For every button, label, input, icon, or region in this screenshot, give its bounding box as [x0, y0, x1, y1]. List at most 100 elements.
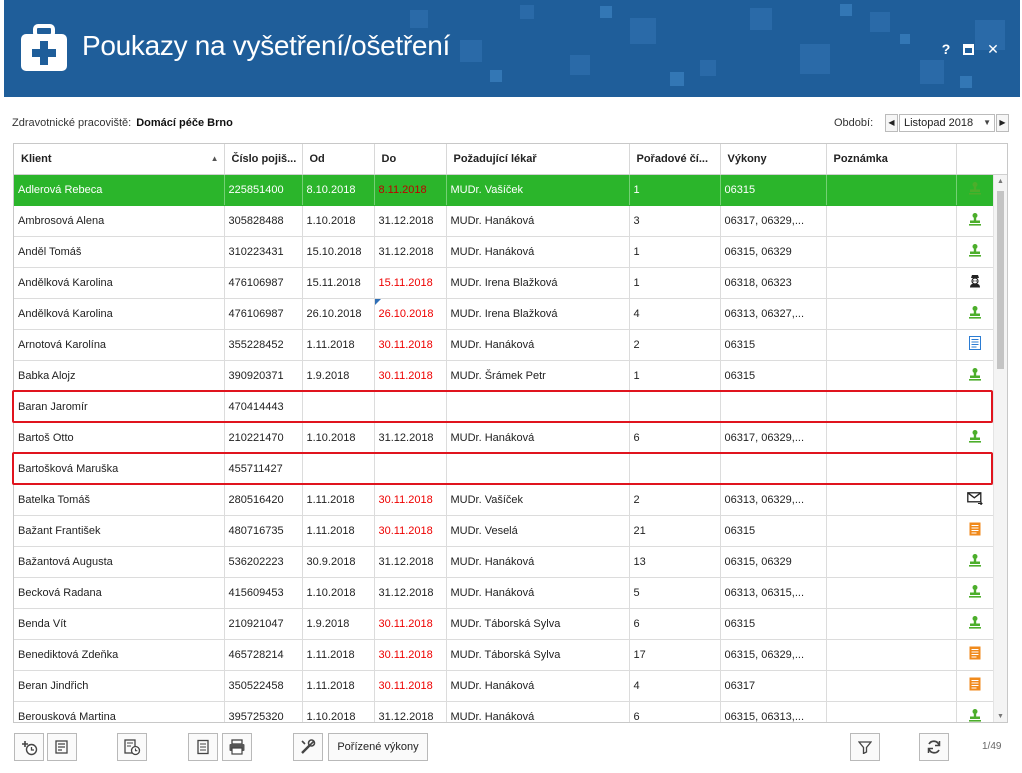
- column-header-services[interactable]: Výkony: [720, 144, 827, 175]
- cell-services: 06315, 06329,...: [720, 639, 827, 671]
- cell-insurance-number: 280516420: [224, 484, 303, 516]
- table-row[interactable]: Beran Jindřich 350522458 1.11.2018 30.11.20…: [14, 670, 994, 702]
- maximize-button[interactable]: [959, 40, 977, 58]
- cell-services: 06317, 06329,...: [720, 422, 827, 454]
- cell-note: [826, 577, 957, 609]
- cell-services: 06315, 06329: [720, 546, 827, 578]
- stamp-icon[interactable]: [968, 616, 982, 632]
- column-header-date-to[interactable]: Do: [374, 144, 447, 175]
- blue-document-icon[interactable]: [968, 336, 981, 353]
- stamp-icon[interactable]: [968, 709, 982, 722]
- print-button[interactable]: [222, 733, 252, 761]
- table-row[interactable]: Bartoš Otto 210221470 1.10.2018 31.12.2018 M…: [14, 422, 994, 454]
- cell-note: [826, 422, 957, 454]
- orange-document-icon[interactable]: [969, 677, 981, 694]
- column-header-label: Číslo pojiš...: [231, 152, 297, 165]
- edit-referral-button[interactable]: [47, 733, 77, 761]
- table-row[interactable]: Becková Radana 415609453 1.10.2018 31.12.20…: [14, 577, 994, 609]
- cell-date-from: 26.10.2018: [302, 298, 375, 330]
- refresh-button[interactable]: [919, 733, 949, 761]
- services-button[interactable]: Pořízené výkony: [328, 733, 428, 761]
- column-header-client[interactable]: Klient ▲: [14, 144, 225, 175]
- table-row[interactable]: Anděl Tomáš 310223431 15.10.2018 31.12.2018…: [14, 236, 994, 268]
- report-button[interactable]: [188, 733, 218, 761]
- period-select[interactable]: Listopad 2018 ▼: [899, 114, 995, 132]
- help-button[interactable]: ?: [937, 40, 955, 58]
- column-header-note[interactable]: Poznámka: [826, 144, 957, 175]
- table-row[interactable]: Andělková Karolina 476106987 15.11.2018 15.…: [14, 267, 994, 299]
- period-prev-button[interactable]: ◀: [885, 114, 898, 132]
- vertical-scrollbar[interactable]: ▲ ▼: [993, 175, 1007, 722]
- cell-client: Beran Jindřich: [14, 670, 225, 702]
- cell-services: 06315, 06329: [720, 236, 827, 268]
- cell-note: [826, 608, 957, 640]
- cell-order-number: 1: [629, 360, 721, 392]
- table-row[interactable]: Andělková Karolina 476106987 26.10.2018 26.…: [14, 298, 994, 330]
- table-row[interactable]: Benda Vít 210921047 1.9.2018 30.11.2018 MUDr…: [14, 608, 994, 640]
- scroll-thumb[interactable]: [997, 191, 1004, 369]
- cell-date-to: 8.11.2018: [374, 174, 447, 206]
- cell-insurance-number: 480716735: [224, 515, 303, 547]
- stamp-icon[interactable]: [968, 430, 982, 446]
- column-header-status-icon[interactable]: [956, 144, 994, 175]
- table-row[interactable]: Berousková Martina 395725320 1.10.2018 31.1…: [14, 701, 994, 722]
- cell-order-number: 21: [629, 515, 721, 547]
- period-next-button[interactable]: ▶: [996, 114, 1009, 132]
- scroll-up-icon[interactable]: ▲: [994, 178, 1007, 185]
- envelope-send-icon[interactable]: [966, 491, 983, 508]
- column-header-doctor[interactable]: Požadující lékař: [446, 144, 630, 175]
- cell-doctor: MUDr. Táborská Sylva: [446, 639, 630, 671]
- stamp-icon[interactable]: [968, 368, 982, 384]
- cell-insurance-number: 210921047: [224, 608, 303, 640]
- cell-client: Ambrosová Alena: [14, 205, 225, 237]
- table-row[interactable]: Babka Alojz 390920371 1.9.2018 30.11.2018 MU…: [14, 360, 994, 392]
- cell-insurance-number: 310223431: [224, 236, 303, 268]
- filter-button[interactable]: [850, 733, 880, 761]
- add-referral-button[interactable]: [14, 733, 44, 761]
- table-row[interactable]: Batelka Tomáš 280516420 1.11.2018 30.11.201…: [14, 484, 994, 516]
- table-row[interactable]: Benediktová Zdeňka 465728214 1.11.2018 30.1…: [14, 639, 994, 671]
- cell-note: [826, 360, 957, 392]
- cell-date-from: 1.11.2018: [302, 484, 375, 516]
- cell-services: 06313, 06327,...: [720, 298, 827, 330]
- stamp-icon[interactable]: [968, 306, 982, 322]
- column-header-insurance-number[interactable]: Číslo pojiš...: [224, 144, 303, 175]
- orange-document-icon[interactable]: [969, 646, 981, 663]
- column-header-order-number[interactable]: Pořadové čí...: [629, 144, 721, 175]
- stamp-icon[interactable]: [968, 182, 982, 198]
- cell-date-to: 30.11.2018: [374, 608, 447, 640]
- cell-order-number: 1: [629, 236, 721, 268]
- tools-button[interactable]: [293, 733, 323, 761]
- cell-client: Babka Alojz: [14, 360, 225, 392]
- cell-status-icon: [956, 608, 994, 640]
- table-row[interactable]: Arnotová Karolína 355228452 1.11.2018 30.11…: [14, 329, 994, 361]
- column-header-date-from[interactable]: Od: [302, 144, 375, 175]
- cell-status-icon: [956, 205, 994, 237]
- table-row[interactable]: Bažant František 480716735 1.11.2018 30.11.…: [14, 515, 994, 547]
- cell-services: 06318, 06323: [720, 267, 827, 299]
- agent-icon[interactable]: [968, 275, 982, 291]
- close-button[interactable]: ✕: [984, 40, 1002, 58]
- table-row[interactable]: Bažantová Augusta 536202223 30.9.2018 31.12…: [14, 546, 994, 578]
- stamp-icon[interactable]: [968, 554, 982, 570]
- cell-client: Arnotová Karolína: [14, 329, 225, 361]
- cell-date-from: 1.11.2018: [302, 329, 375, 361]
- history-button[interactable]: [117, 733, 147, 761]
- highlight-box-baran: [12, 390, 993, 423]
- cell-client: Adlerová Rebeca: [14, 174, 225, 206]
- cell-order-number: 6: [629, 422, 721, 454]
- cell-doctor: MUDr. Irena Blažková: [446, 298, 630, 330]
- cell-date-to: 26.10.2018: [374, 298, 447, 330]
- stamp-icon[interactable]: [968, 213, 982, 229]
- stamp-icon[interactable]: [968, 585, 982, 601]
- cell-date-from: 1.11.2018: [302, 639, 375, 671]
- cell-note: [826, 174, 957, 206]
- printer-icon: [229, 739, 245, 755]
- stamp-icon[interactable]: [968, 244, 982, 260]
- table-row[interactable]: Ambrosová Alena 305828488 1.10.2018 31.12.2…: [14, 205, 994, 237]
- scroll-down-icon[interactable]: ▼: [994, 713, 1007, 720]
- orange-document-icon[interactable]: [969, 522, 981, 539]
- cell-services: 06317: [720, 670, 827, 702]
- cell-note: [826, 267, 957, 299]
- table-row[interactable]: Adlerová Rebeca 225851400 8.10.2018 8.11.20…: [14, 174, 994, 206]
